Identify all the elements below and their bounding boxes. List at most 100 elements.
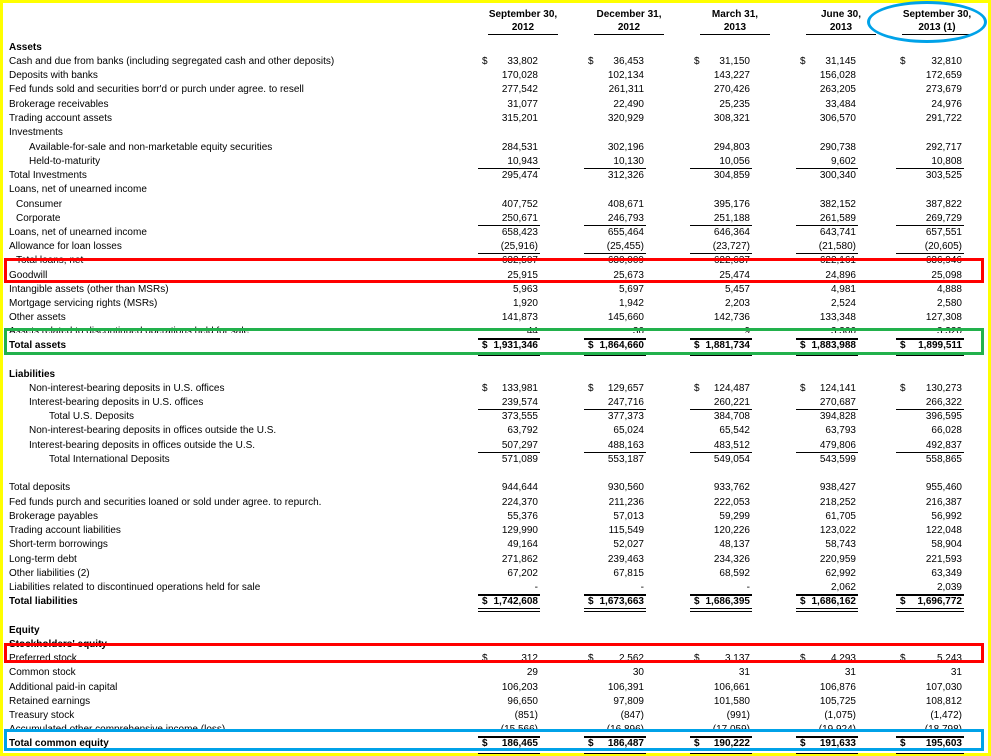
column-header-period: March 31, bbox=[711, 9, 759, 20]
row-value: 57,013 bbox=[613, 511, 644, 522]
row-label: Fed funds sold and securities borr'd or … bbox=[9, 84, 304, 95]
row-value: 122,048 bbox=[925, 525, 962, 536]
row-value: 1,942 bbox=[618, 298, 644, 309]
row-value: 246,793 bbox=[607, 213, 644, 224]
row-value: 507,297 bbox=[501, 440, 538, 451]
row-value: 643,741 bbox=[819, 227, 856, 238]
row-value: 66,028 bbox=[931, 425, 962, 436]
row-value: 270,687 bbox=[819, 397, 856, 408]
row-value: 306,570 bbox=[819, 113, 856, 124]
row-value: 56,992 bbox=[931, 511, 962, 522]
subtotal-rule bbox=[584, 452, 646, 453]
row-value: 543,599 bbox=[819, 454, 856, 465]
row-value: 549,054 bbox=[713, 454, 750, 465]
row-value: 5,457 bbox=[724, 284, 750, 295]
row-value: 407,752 bbox=[501, 199, 538, 210]
row-value: (991) bbox=[726, 710, 750, 721]
row-value: 29 bbox=[526, 667, 538, 678]
row-value: 31,077 bbox=[507, 99, 538, 110]
row-value: 106,876 bbox=[819, 682, 856, 693]
subtotal-rule bbox=[896, 168, 964, 169]
row-value: 101,580 bbox=[713, 696, 750, 707]
dollar-sign: $ bbox=[900, 596, 906, 607]
row-value: 31 bbox=[950, 667, 962, 678]
row-value: 303,525 bbox=[925, 170, 962, 181]
column-header-underline bbox=[700, 34, 770, 35]
column-header-year: 2013 bbox=[723, 22, 747, 33]
row-label: Interest-bearing deposits in U.S. office… bbox=[29, 397, 204, 408]
dollar-sign: $ bbox=[588, 596, 594, 607]
row-label: Investments bbox=[9, 127, 63, 138]
row-value: 553,187 bbox=[607, 454, 644, 465]
row-value: (25,455) bbox=[606, 241, 644, 252]
row-value: 273,679 bbox=[925, 84, 962, 95]
subtotal-rule bbox=[896, 409, 964, 410]
row-value: 261,589 bbox=[819, 213, 856, 224]
goodwill-highlight-box bbox=[4, 258, 984, 283]
row-value: 479,806 bbox=[819, 440, 856, 451]
row-value: 63,793 bbox=[825, 425, 856, 436]
subtotal-rule bbox=[478, 253, 540, 254]
row-value: 32,810 bbox=[931, 56, 962, 67]
row-label: Liabilities related to discontinued oper… bbox=[9, 582, 261, 593]
row-value: 22,490 bbox=[613, 99, 644, 110]
row-value: 657,551 bbox=[925, 227, 962, 238]
row-value: 10,130 bbox=[613, 156, 644, 167]
column-header-underline bbox=[488, 34, 558, 35]
row-value: (23,727) bbox=[712, 241, 750, 252]
row-value: 170,028 bbox=[501, 70, 538, 81]
row-value: 127,308 bbox=[925, 312, 962, 323]
row-value: 172,659 bbox=[925, 70, 962, 81]
row-value: 221,593 bbox=[925, 554, 962, 565]
row-label: Deposits with banks bbox=[9, 70, 98, 81]
row-value: 61,705 bbox=[825, 511, 856, 522]
row-value: 58,743 bbox=[825, 539, 856, 550]
row-value: 260,221 bbox=[713, 397, 750, 408]
row-value: 5,963 bbox=[512, 284, 538, 295]
row-value: 67,815 bbox=[613, 568, 644, 579]
row-value: 234,326 bbox=[713, 554, 750, 565]
row-value: 251,188 bbox=[713, 213, 750, 224]
column-header-underline bbox=[806, 34, 876, 35]
row-label: Intangible assets (other than MSRs) bbox=[9, 284, 169, 295]
row-value: 395,176 bbox=[713, 199, 750, 210]
row-value: 218,252 bbox=[819, 497, 856, 508]
row-value: 2,062 bbox=[830, 582, 856, 593]
row-value: 938,427 bbox=[819, 482, 856, 493]
row-value: 129,990 bbox=[501, 525, 538, 536]
row-value: 68,592 bbox=[719, 568, 750, 579]
row-value: 1,920 bbox=[512, 298, 538, 309]
row-value: 211,236 bbox=[608, 497, 644, 508]
row-value: 216,387 bbox=[925, 497, 962, 508]
row-value: 377,373 bbox=[607, 411, 644, 422]
row-label: Total International Deposits bbox=[49, 454, 170, 465]
row-label: Total U.S. Deposits bbox=[49, 411, 135, 422]
row-value: 67,202 bbox=[507, 568, 538, 579]
row-value: 488,163 bbox=[607, 440, 644, 451]
row-label: Assets bbox=[9, 42, 42, 53]
row-value: 382,152 bbox=[819, 199, 856, 210]
row-label: Interest-bearing deposits in offices out… bbox=[29, 440, 256, 451]
row-label: Loans, net of unearned income bbox=[9, 184, 147, 195]
dollar-sign: $ bbox=[800, 596, 806, 607]
row-value: 10,943 bbox=[507, 156, 538, 167]
row-value: 483,512 bbox=[713, 440, 750, 451]
column-header-period: September 30, bbox=[488, 9, 558, 20]
row-value: 239,463 bbox=[607, 554, 644, 565]
row-value: 658,423 bbox=[501, 227, 538, 238]
row-label: Consumer bbox=[16, 199, 63, 210]
subtotal-rule bbox=[796, 253, 858, 254]
row-value: 31 bbox=[844, 667, 856, 678]
subtotal-rule bbox=[796, 225, 858, 226]
total-top-rule bbox=[896, 595, 964, 596]
row-value: 290,738 bbox=[819, 142, 856, 153]
dollar-sign: $ bbox=[800, 383, 806, 394]
dollar-sign: $ bbox=[694, 383, 700, 394]
subtotal-rule bbox=[584, 253, 646, 254]
row-label: Additional paid-in capital bbox=[9, 682, 118, 693]
row-value: 295,474 bbox=[501, 170, 538, 181]
total-top-rule bbox=[796, 595, 858, 596]
row-value: 269,729 bbox=[925, 213, 962, 224]
row-value: 220,959 bbox=[819, 554, 856, 565]
row-value: 63,349 bbox=[931, 568, 962, 579]
